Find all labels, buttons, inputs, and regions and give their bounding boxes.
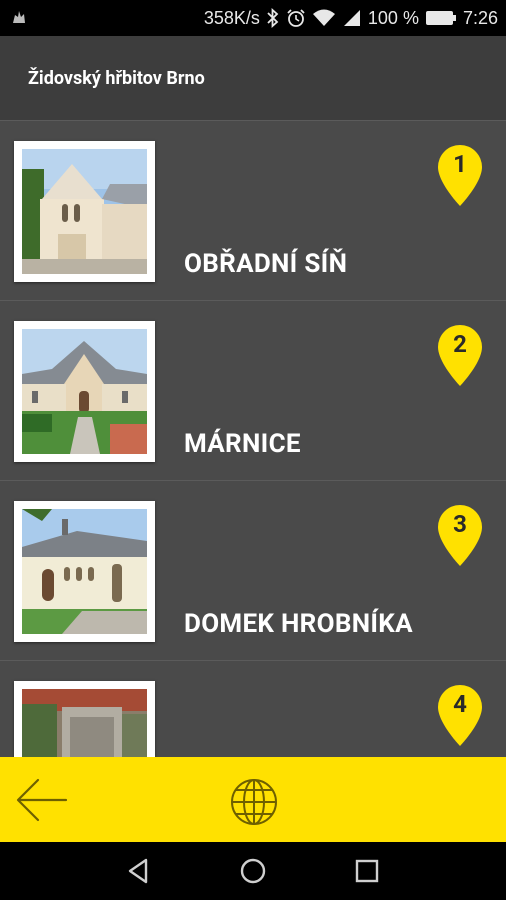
tombstone-photo bbox=[22, 689, 147, 757]
list-item[interactable]: 1 OBŘADNÍ SÍŇ bbox=[0, 121, 506, 301]
nav-recents-icon[interactable] bbox=[352, 856, 382, 886]
nav-back-icon[interactable] bbox=[124, 856, 154, 886]
nav-home-icon[interactable] bbox=[238, 856, 268, 886]
wifi-icon bbox=[312, 9, 335, 26]
gravedigger-house-photo bbox=[22, 509, 147, 634]
signal-icon bbox=[343, 10, 360, 26]
app-notification-icon bbox=[13, 11, 25, 23]
bottom-toolbar bbox=[0, 757, 506, 842]
map-pin-icon bbox=[438, 505, 482, 566]
network-speed: 358K/s bbox=[203, 7, 260, 28]
location-list[interactable]: 1 OBŘADNÍ SÍŇ 2 MÁRNICE 3 DOMEK HROBNÍKA… bbox=[0, 121, 506, 757]
map-pin-icon bbox=[438, 685, 482, 746]
system-nav-bar bbox=[0, 842, 506, 900]
battery-percent: 100 % bbox=[367, 7, 419, 28]
app-screen: 358K/s 100 % 7:26 Židovský hřbitov Brno … bbox=[0, 0, 506, 900]
back-arrow-icon[interactable] bbox=[14, 775, 70, 825]
thumbnail-frame bbox=[14, 141, 155, 282]
list-item[interactable]: 2 MÁRNICE bbox=[0, 301, 506, 481]
thumbnail-frame bbox=[14, 501, 155, 642]
clock: 7:26 bbox=[462, 7, 498, 28]
thumbnail-frame bbox=[14, 681, 155, 757]
status-bar: 358K/s 100 % 7:26 bbox=[0, 0, 506, 36]
thumbnail-frame bbox=[14, 321, 155, 462]
bluetooth-icon bbox=[267, 8, 279, 28]
globe-icon[interactable] bbox=[228, 776, 280, 828]
map-pin-icon bbox=[438, 325, 482, 386]
list-item[interactable]: 4 bbox=[0, 661, 506, 757]
map-pin-icon bbox=[438, 145, 482, 206]
alarm-icon bbox=[287, 9, 305, 27]
item-label: OBŘADNÍ SÍŇ bbox=[184, 249, 348, 279]
list-item[interactable]: 3 DOMEK HROBNÍKA bbox=[0, 481, 506, 661]
page-title: Židovský hřbitov Brno bbox=[28, 68, 205, 89]
battery-icon bbox=[425, 11, 456, 25]
item-label: DOMEK HROBNÍKA bbox=[184, 609, 413, 639]
app-header: Židovský hřbitov Brno bbox=[0, 36, 506, 121]
item-label: MÁRNICE bbox=[184, 429, 301, 459]
mortuary-photo bbox=[22, 329, 147, 454]
ceremonial-hall-photo bbox=[22, 149, 147, 274]
